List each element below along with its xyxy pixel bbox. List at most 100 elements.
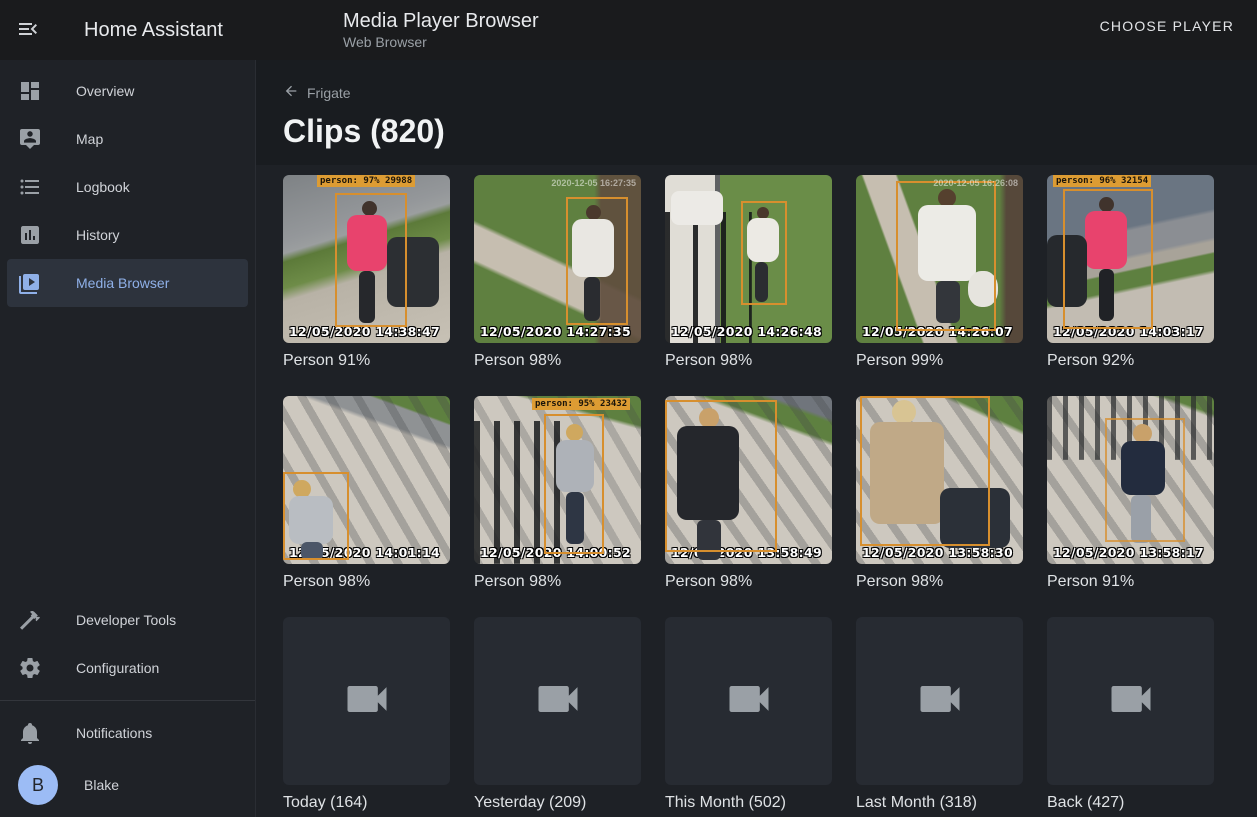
timestamp-overlay: 12/05/2020 13:58:17 [1053,545,1204,560]
choose-player-button[interactable]: CHOOSE PLAYER [1100,18,1234,34]
clip-title: Person 91% [1047,572,1214,592]
timestamp-overlay: 12/05/2020 14:26:48 [671,324,822,339]
timestamp-overlay: 12/05/2020 14:27:35 [480,324,631,339]
sidebar-profile[interactable]: B Blake [7,757,248,813]
clip-card[interactable]: 2020-12-05 16:27:35 12/05/2020 14:27:35 … [474,175,641,371]
sidebar-item-label: Media Browser [76,275,169,291]
video-camera-icon [532,673,584,730]
detection-bounding-box [1063,189,1153,329]
sidebar-item-media-browser[interactable]: Media Browser [7,259,248,307]
folder-thumbnail [474,617,641,785]
media-folder-back-[interactable]: Back (427) [1047,617,1214,813]
scene-object [671,191,723,225]
detection-bounding-box [1105,418,1185,542]
detection-bounding-box [665,400,777,552]
bell-icon [18,721,42,745]
sidebar-item-label: Logbook [76,179,130,195]
page-subtitle: Web Browser [343,33,539,51]
detection-label: person: 97% 29988 [317,175,415,187]
app-bar: Home Assistant Media Player Browser Web … [0,0,1257,60]
page-header: Media Player Browser Web Browser [343,9,539,51]
clip-thumbnail: 12/05/2020 14:26:48 [665,175,832,343]
detection-bounding-box [566,197,628,325]
appbar-left: Home Assistant [0,0,256,60]
clip-title: Person 91% [283,351,450,371]
folder-thumbnail [856,617,1023,785]
clip-title: Person 98% [665,351,832,371]
media-folder-yesterday-[interactable]: Yesterday (209) [474,617,641,813]
clip-thumbnail: 12/05/2020 14:01:14 [283,396,450,564]
detection-bounding-box [335,193,407,327]
clip-thumbnail: 2020-12-05 16:27:35 12/05/2020 14:27:35 [474,175,641,343]
video-camera-icon [1105,673,1157,730]
arrow-left-icon [283,83,299,102]
media-grid: person: 97% 29988 12/05/2020 14:38:47 Pe… [283,175,1233,813]
media-browser-icon [18,271,42,295]
clip-card[interactable]: 12/05/2020 13:58:49 Person 98% [665,396,832,592]
sidebar-item-logbook[interactable]: Logbook [7,163,248,211]
clip-card[interactable]: person: 97% 29988 12/05/2020 14:38:47 Pe… [283,175,450,371]
clip-card[interactable]: 12/05/2020 13:58:17 Person 91% [1047,396,1214,592]
clip-title: Person 98% [474,351,641,371]
sidebar-item-label: Configuration [76,660,159,676]
sidebar-item-developer-tools[interactable]: Developer Tools [7,596,248,644]
folder-thumbnail [1047,617,1214,785]
clip-thumbnail: 2020-12-05 16:26:08 12/05/2020 14:26:07 [856,175,1023,343]
folder-title: Last Month (318) [856,793,1023,813]
clip-card[interactable]: 2020-12-05 16:26:08 12/05/2020 14:26:07 … [856,175,1023,371]
page-title: Media Player Browser [343,9,539,33]
folder-title: Yesterday (209) [474,793,641,813]
clip-thumbnail: person: 97% 29988 12/05/2020 14:38:47 [283,175,450,343]
clip-title: Person 99% [856,351,1023,371]
detection-bounding-box [896,181,996,331]
avatar: B [18,765,58,805]
media-grid-area: person: 97% 29988 12/05/2020 14:38:47 Pe… [256,165,1257,817]
folder-title: Today (164) [283,793,450,813]
sidebar-item-label: Developer Tools [76,612,176,628]
media-folder-last-month-[interactable]: Last Month (318) [856,617,1023,813]
detection-bounding-box [283,472,349,560]
clip-card[interactable]: person: 96% 32154 12/05/2020 14:03:17 Pe… [1047,175,1214,371]
sidebar-item-configuration[interactable]: Configuration [7,644,248,692]
detection-label: person: 95% 23432 [532,398,630,410]
detection-label: person: 96% 32154 [1053,175,1151,187]
video-camera-icon [914,673,966,730]
detection-bounding-box [860,396,990,546]
media-folder-today-[interactable]: Today (164) [283,617,450,813]
page-heading: Clips (820) [283,113,1230,150]
clip-card[interactable]: 12/05/2020 14:26:48 Person 98% [665,175,832,371]
sidebar-divider [0,700,255,701]
sidebar-spacer [0,307,255,596]
hammer-icon [18,608,42,632]
clip-title: Person 98% [474,572,641,592]
sidebar-item-overview[interactable]: Overview [7,67,248,115]
folder-title: Back (427) [1047,793,1214,813]
breadcrumb-label: Frigate [307,85,351,101]
sidebar-item-notifications[interactable]: Notifications [7,709,248,757]
camera-osd-timestamp: 2020-12-05 16:26:08 [933,178,1018,188]
clip-title: Person 98% [856,572,1023,592]
media-browser-main: Frigate Clips (820) person: 97% 29988 12… [256,60,1257,817]
app-title: Home Assistant [84,19,223,42]
clip-card[interactable]: 12/05/2020 14:01:14 Person 98% [283,396,450,592]
media-folder-this-month-[interactable]: This Month (502) [665,617,832,813]
breadcrumb-back[interactable]: Frigate [283,83,351,102]
clip-thumbnail: person: 95% 23432 12/05/2020 14:00:52 [474,396,641,564]
gear-icon [18,656,42,680]
history-chart-icon [18,223,42,247]
sidebar-item-map[interactable]: Map [7,115,248,163]
folder-title: This Month (502) [665,793,832,813]
video-camera-icon [723,673,775,730]
detection-bounding-box [544,414,604,554]
media-header: Frigate Clips (820) [256,60,1257,165]
clip-title: Person 92% [1047,351,1214,371]
sidebar-item-history[interactable]: History [7,211,248,259]
clip-title: Person 98% [283,572,450,592]
clip-card[interactable]: 12/05/2020 13:58:30 Person 98% [856,396,1023,592]
sidebar-item-label: Notifications [76,725,152,741]
sidebar-toggle-button[interactable] [8,10,48,50]
sidebar-item-label: Map [76,131,103,147]
clip-card[interactable]: person: 95% 23432 12/05/2020 14:00:52 Pe… [474,396,641,592]
menu-open-icon [16,17,40,44]
sidebar-nav: Overview Map Logbook History Media Brows… [0,67,255,307]
